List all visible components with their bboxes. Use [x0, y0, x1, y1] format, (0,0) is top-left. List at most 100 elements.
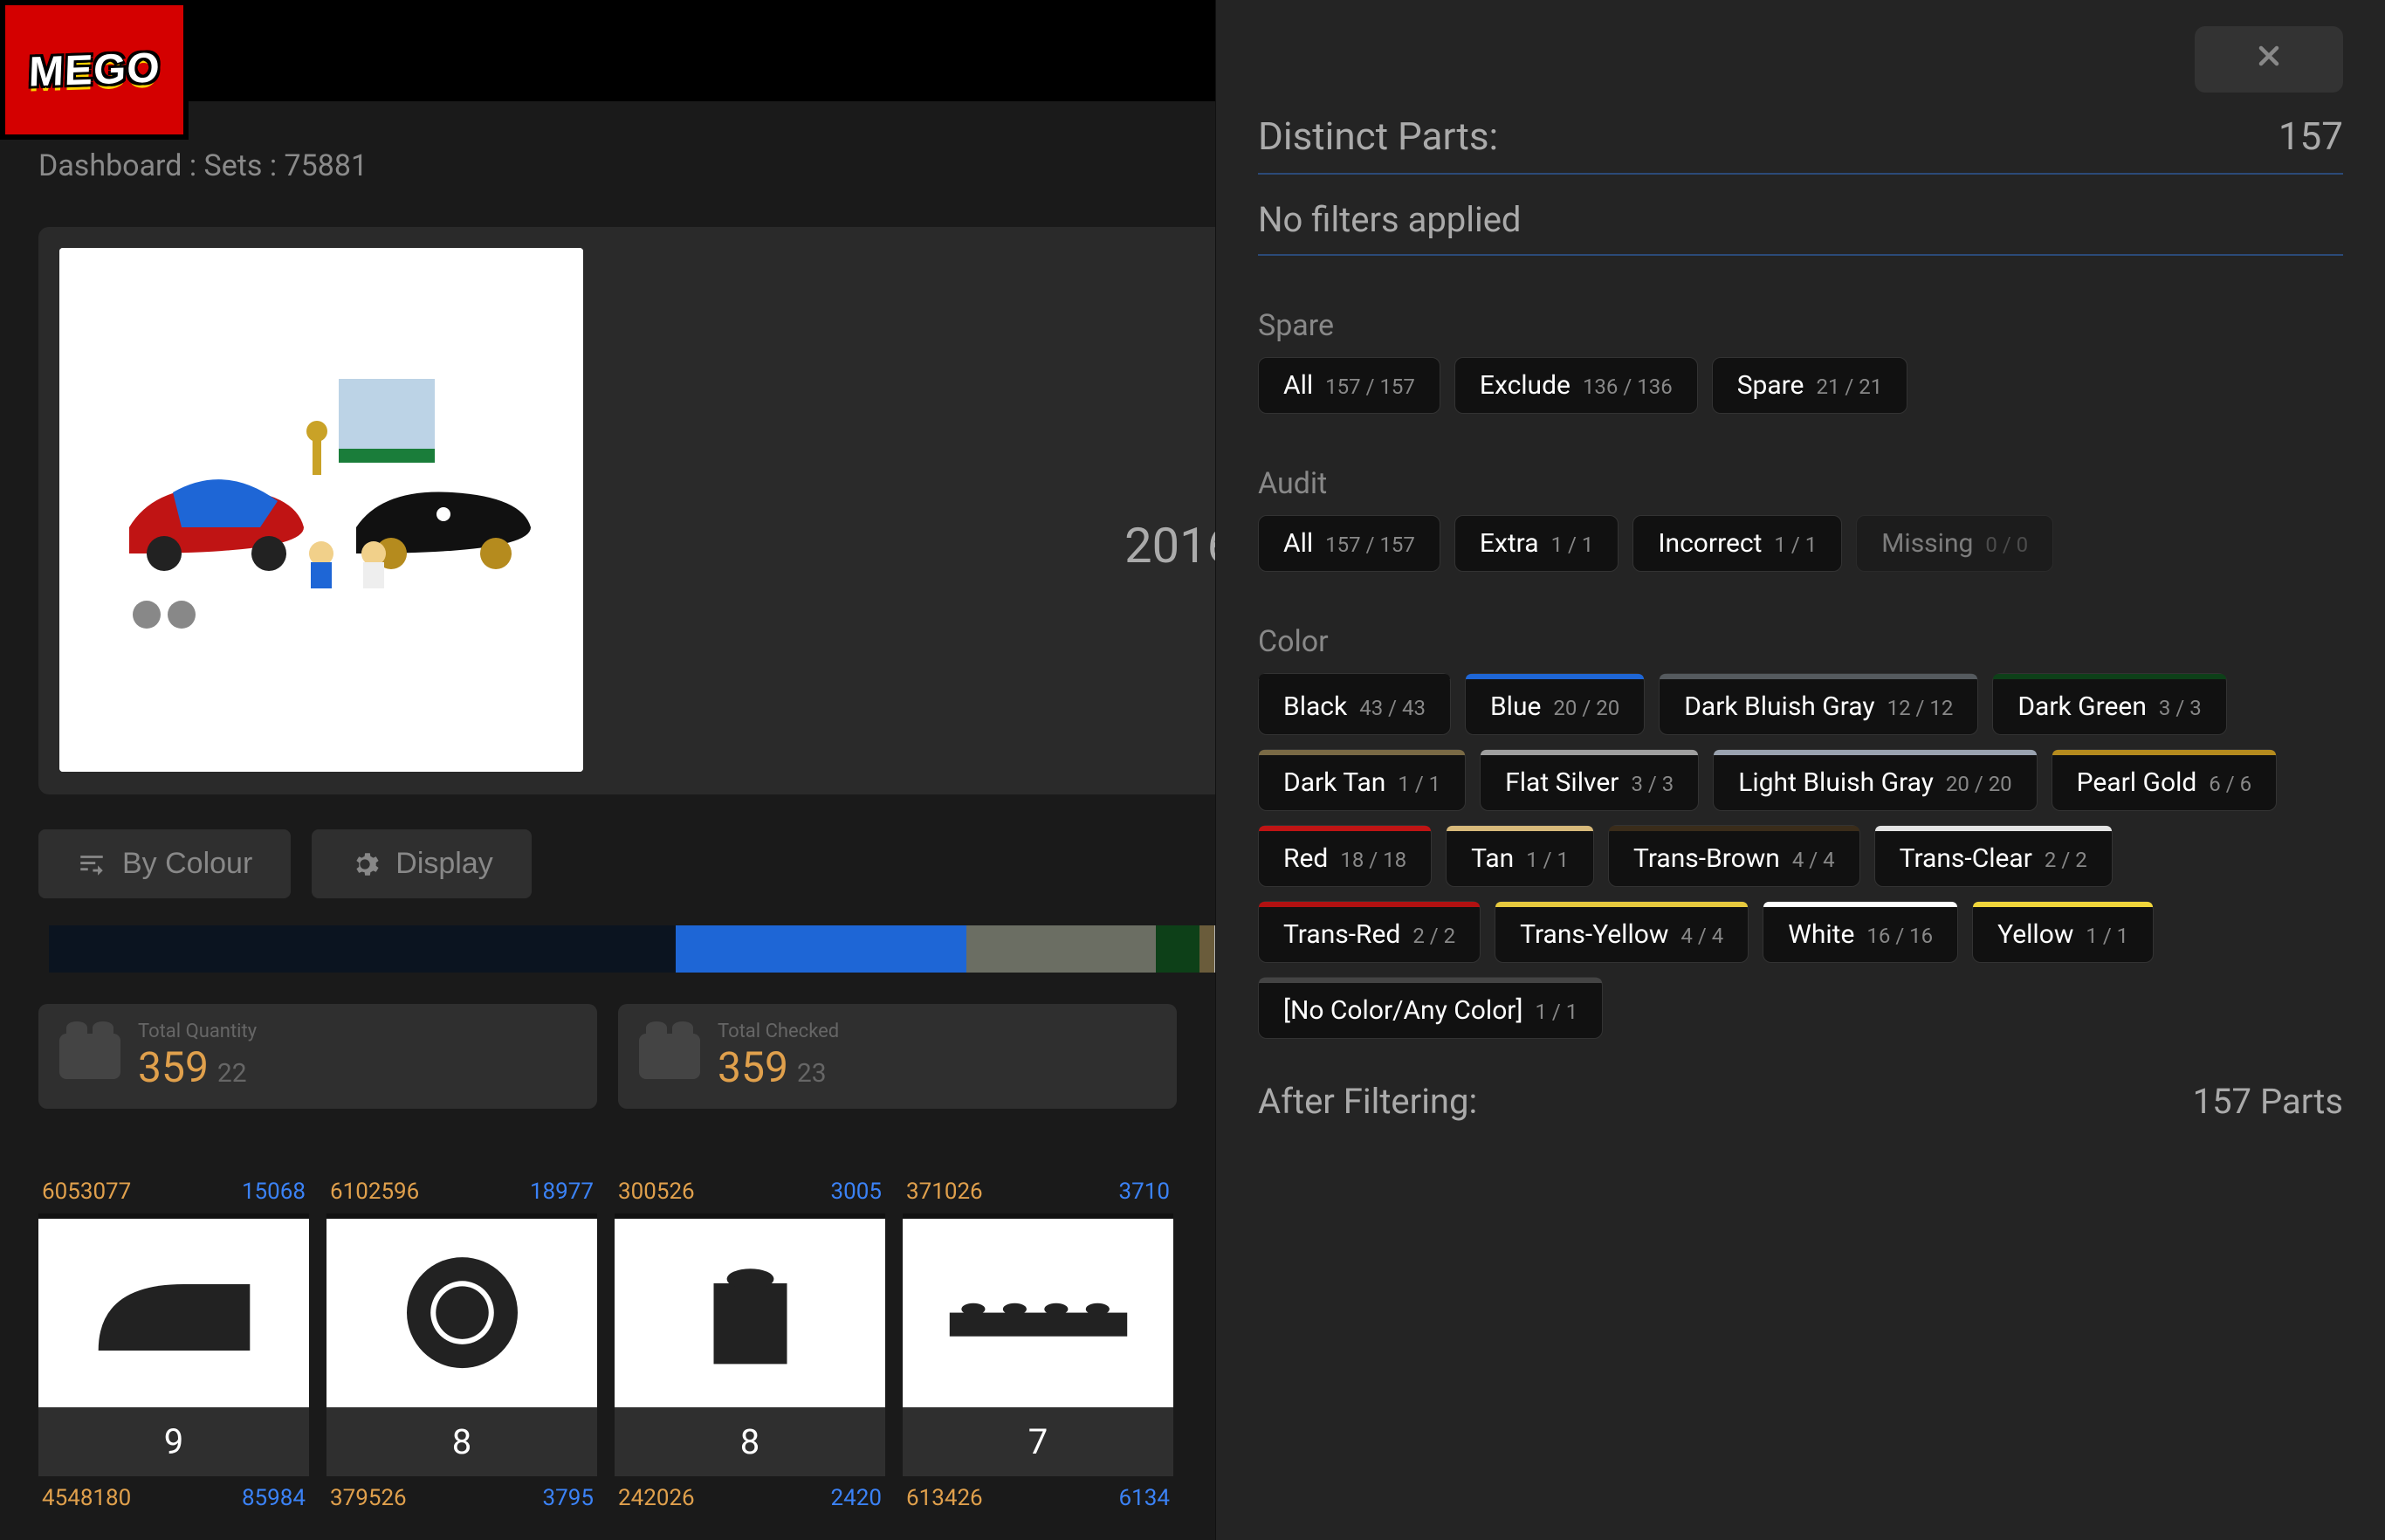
chip-count: 6 / 6 — [2209, 772, 2251, 796]
part-code-b: 18977 — [530, 1179, 594, 1205]
logo-text: MEGO — [28, 44, 162, 96]
chip-label: White — [1788, 919, 1854, 950]
color-chip-dark-green[interactable]: Dark Green 3 / 3 — [1992, 673, 2226, 735]
chip-extra[interactable]: Extra 1 / 1 — [1454, 515, 1619, 572]
chip-count: 157 / 157 — [1325, 533, 1415, 557]
color-chip-blue[interactable]: Blue20 / 20 — [1465, 673, 1645, 735]
color-chip-white[interactable]: White 16 / 16 — [1763, 901, 1958, 963]
chip-label: Red — [1283, 843, 1328, 874]
color-chip--no-color-any-color-[interactable]: [No Color/Any Color]1 / 1 — [1258, 977, 1603, 1039]
total-quantity-label: Total Quantity — [138, 1021, 257, 1042]
sort-icon — [77, 849, 107, 879]
spare-chips: All 157 / 157 Exclude 136 / 136 Spare 21 / 21 — [1258, 357, 2343, 414]
chip-count: 2 / 2 — [1412, 924, 1455, 948]
total-quantity-sub: 22 — [217, 1058, 247, 1089]
color-chip-flat-silver[interactable]: Flat Silver 3 / 3 — [1480, 749, 1699, 811]
chip-label: Spare — [1737, 370, 1804, 401]
part2-code-b: 85984 — [242, 1485, 306, 1511]
spare-title: Spare — [1258, 308, 2343, 343]
chip-label: Yellow — [1997, 919, 2073, 950]
chip-label: Exclude — [1480, 370, 1571, 401]
part-image — [38, 1213, 309, 1407]
chip-label: Dark Green — [2017, 691, 2147, 722]
colour-segment[interactable] — [966, 925, 1156, 973]
chip-count: 3 / 3 — [2159, 696, 2202, 720]
chip-label: Trans-Brown — [1633, 843, 1780, 874]
part-header2: 2420262420 — [615, 1476, 885, 1520]
part2-code-a: 242026 — [618, 1485, 695, 1511]
part-code-a: 371026 — [906, 1179, 983, 1205]
chip-label: All — [1283, 528, 1313, 559]
chip-all[interactable]: All 157 / 157 — [1258, 357, 1440, 414]
part-card[interactable]: 61025961897783795263795 — [326, 1170, 597, 1520]
display-button[interactable]: Display — [312, 829, 531, 898]
color-chip-pearl-gold[interactable]: Pearl Gold 6 / 6 — [2052, 749, 2277, 811]
close-icon — [2253, 40, 2285, 72]
chip-label: Missing — [1881, 528, 1973, 559]
part-header: 3005263005 — [615, 1170, 885, 1213]
chip-label: Tan — [1471, 843, 1514, 874]
by-colour-label: By Colour — [122, 847, 252, 881]
part-header: 605307715068 — [38, 1170, 309, 1213]
chip-exclude[interactable]: Exclude 136 / 136 — [1454, 357, 1698, 414]
colour-segment[interactable] — [676, 925, 967, 973]
audit-section: Audit All157 / 157Extra1 / 1Incorrect1 /… — [1258, 466, 2343, 572]
chip-count: 157 / 157 — [1325, 375, 1415, 399]
colour-segment[interactable] — [1199, 925, 1214, 973]
color-chip-trans-brown[interactable]: Trans-Brown 4 / 4 — [1608, 825, 1860, 887]
color-chip-dark-tan[interactable]: Dark Tan1 / 1 — [1258, 749, 1466, 811]
close-button[interactable] — [2195, 26, 2343, 93]
part-card[interactable]: 371026371076134266134 — [903, 1170, 1173, 1520]
chip-count: 16 / 16 — [1866, 924, 1933, 948]
color-chip-tan[interactable]: Tan1 / 1 — [1446, 825, 1594, 887]
part-code-b: 3005 — [831, 1179, 882, 1205]
spare-section: Spare All 157 / 157 Exclude 136 / 136 Spare 2… — [1258, 308, 2343, 414]
part-header: 610259618977 — [326, 1170, 597, 1213]
color-chip-red[interactable]: Red18 / 18 — [1258, 825, 1432, 887]
color-section: Color Black43 / 43Blue20 / 20Dark Bluish… — [1258, 624, 2343, 1039]
chip-count: 136 / 136 — [1583, 375, 1673, 399]
colour-segment[interactable] — [1156, 925, 1199, 973]
chip-all[interactable]: All 157 / 157 — [1258, 515, 1440, 572]
logo[interactable]: MEGO — [0, 0, 189, 140]
chip-label: Trans-Yellow — [1520, 919, 1668, 950]
after-filtering-row: After Filtering: 157 Parts — [1258, 1081, 2343, 1122]
chip-incorrect[interactable]: Incorrect1 / 1 — [1632, 515, 1842, 572]
chip-count: 2 / 2 — [2045, 848, 2087, 872]
colour-segment[interactable] — [49, 925, 676, 973]
brick-icon — [59, 1034, 120, 1079]
color-chip-black[interactable]: Black43 / 43 — [1258, 673, 1451, 735]
chip-label: Flat Silver — [1505, 767, 1619, 798]
chip-count: 1 / 1 — [2086, 924, 2128, 948]
color-chip-light-bluish-gray[interactable]: Light Bluish Gray20 / 20 — [1713, 749, 2037, 811]
distinct-parts-row: Distinct Parts: 157 — [1258, 113, 2343, 175]
chip-label: Pearl Gold — [2077, 767, 2197, 798]
part2-code-a: 613426 — [906, 1485, 983, 1511]
color-chip-trans-clear[interactable]: Trans-Clear2 / 2 — [1874, 825, 2113, 887]
color-chip-yellow[interactable]: Yellow 1 / 1 — [1972, 901, 2154, 963]
part-qty: 8 — [615, 1407, 885, 1476]
part2-code-a: 379526 — [330, 1485, 407, 1511]
chip-count: 12 / 12 — [1887, 696, 1954, 720]
chip-count: 1 / 1 — [1551, 533, 1594, 557]
chip-label: All — [1283, 370, 1313, 401]
part-card[interactable]: 6053077150689454818085984 — [38, 1170, 309, 1520]
chip-count: 1 / 1 — [1535, 1000, 1577, 1024]
stats-row: Total Quantity 359 22 Total Checked 359 … — [38, 1004, 1177, 1109]
part-card[interactable]: 3005263005 82420262420 — [615, 1170, 885, 1520]
chip-count: 3 / 3 — [1631, 772, 1674, 796]
total-checked-card: Total Checked 359 23 — [618, 1004, 1177, 1109]
color-chip-trans-yellow[interactable]: Trans-Yellow4 / 4 — [1495, 901, 1749, 963]
part-image — [903, 1213, 1173, 1407]
by-colour-button[interactable]: By Colour — [38, 829, 291, 898]
brick-icon — [639, 1034, 700, 1079]
chip-count: 21 / 21 — [1816, 375, 1882, 399]
chip-missing: Missing0 / 0 — [1856, 515, 2053, 572]
after-label: After Filtering: — [1258, 1081, 1477, 1122]
color-chip-trans-red[interactable]: Trans-Red2 / 2 — [1258, 901, 1481, 963]
chip-spare[interactable]: Spare 21 / 21 — [1712, 357, 1908, 414]
chip-label: Extra — [1480, 528, 1539, 559]
total-checked-value: 359 — [718, 1042, 788, 1092]
chip-count: 4 / 4 — [1792, 848, 1835, 872]
color-chip-dark-bluish-gray[interactable]: Dark Bluish Gray12 / 12 — [1659, 673, 1978, 735]
